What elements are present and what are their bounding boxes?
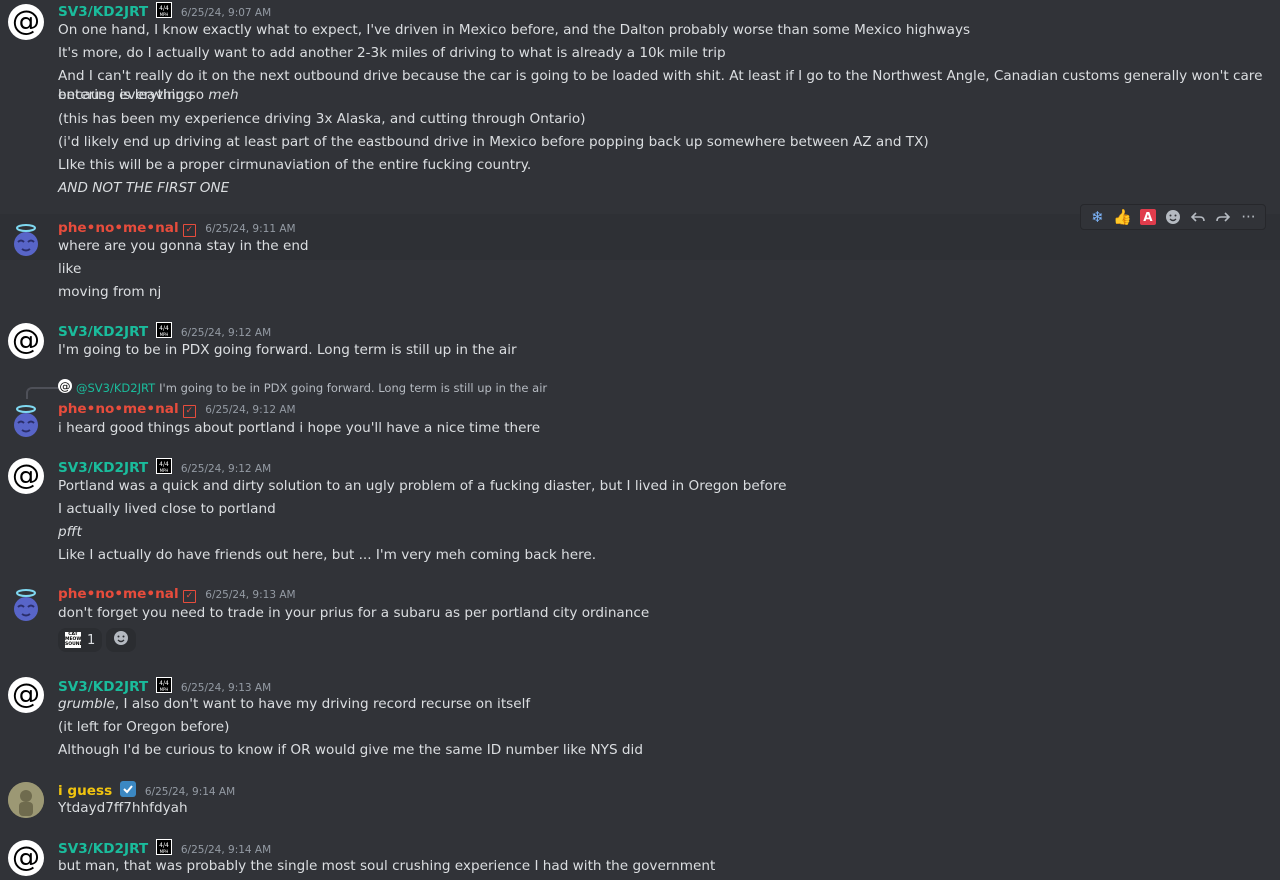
reply-preview-text[interactable]: I'm going to be in PDX going forward. Lo…	[159, 381, 547, 395]
avatar[interactable]: @	[8, 840, 44, 876]
author-name[interactable]: SV3/KD2JRT	[58, 679, 148, 695]
svg-text:@: @	[12, 840, 40, 873]
svg-text:4/4: 4/4	[159, 325, 169, 332]
author-name[interactable]: phe•no•me•nal	[58, 220, 179, 236]
speed-badge-icon: 4/4 MPH	[155, 458, 172, 479]
avatar[interactable]: @	[8, 4, 44, 40]
message-text: moving from nj	[58, 284, 162, 300]
svg-text:4/4: 4/4	[159, 842, 169, 849]
author-name[interactable]: SV3/KD2JRT	[58, 324, 148, 340]
message-text: Like I actually do have friends out here…	[58, 547, 597, 563]
svg-text:MPH: MPH	[159, 849, 168, 854]
speed-badge-icon: 4/4 MPH	[155, 2, 172, 23]
reply-author[interactable]: @SV3/KD2JRT	[76, 381, 155, 395]
message-text: don't forget you need to trade in your p…	[58, 605, 650, 621]
message-text: Portland was a quick and dirty solution …	[58, 478, 787, 494]
author-name[interactable]: phe•no•me•nal	[58, 401, 179, 417]
message-text: It's more, do I actually want to add ano…	[58, 45, 726, 61]
emphasis-text: grumble	[58, 696, 115, 712]
timestamp: 6/25/24, 9:12 AM	[180, 463, 272, 475]
reply-avatar-icon: @	[58, 379, 72, 396]
author-name[interactable]: SV3/KD2JRT	[58, 4, 148, 20]
message-text: (i'd likely end up driving at least part…	[58, 134, 929, 150]
svg-text:MPH: MPH	[159, 468, 168, 473]
message-text: where are you gonna stay in the end	[58, 238, 309, 254]
snowflake-icon[interactable]: ❄	[1087, 206, 1109, 228]
avatar[interactable]: @	[8, 677, 44, 713]
svg-text:4/4: 4/4	[159, 680, 169, 687]
checkbox-icon: ✓	[182, 405, 196, 418]
forward-icon[interactable]	[1212, 206, 1234, 228]
avatar[interactable]	[8, 782, 44, 818]
message-text: but man, that was probably the single mo…	[58, 858, 716, 874]
message-text: pfft	[58, 524, 82, 540]
emphasis-text: meh	[208, 87, 239, 103]
timestamp: 6/25/24, 9:14 AM	[180, 844, 272, 856]
svg-text:MPH: MPH	[159, 12, 168, 17]
timestamp: 6/25/24, 9:14 AM	[144, 786, 236, 798]
message-text: entering is leaving so meh	[58, 87, 239, 103]
reply-icon[interactable]	[1187, 206, 1209, 228]
author-name[interactable]: SV3/KD2JRT	[58, 460, 148, 476]
letter-a-icon[interactable]: A	[1137, 206, 1159, 228]
svg-text:4/4: 4/4	[159, 5, 169, 12]
reaction-cat-meow[interactable]: CAT MEOW SOUND 1	[58, 628, 103, 652]
reply-spine	[26, 387, 58, 399]
author-name[interactable]: phe•no•me•nal	[58, 586, 179, 602]
speed-badge-icon: 4/4 MPH	[155, 322, 172, 343]
message-text: I'm going to be in PDX going forward. Lo…	[58, 342, 517, 358]
reaction-count: 1	[87, 632, 96, 648]
message-text: (this has been my experience driving 3x …	[58, 111, 586, 127]
more-icon[interactable]: ···	[1237, 206, 1259, 228]
add-reaction-icon[interactable]	[1162, 206, 1184, 228]
svg-text:@: @	[12, 323, 40, 356]
timestamp: 6/25/24, 9:11 AM	[205, 223, 296, 235]
message-text: Although I'd be curious to know if OR wo…	[58, 742, 643, 758]
svg-text:MPH: MPH	[159, 687, 168, 692]
message-text: grumble, I also don't want to have my dr…	[58, 696, 531, 712]
reactions-bar: CAT MEOW SOUND 1	[58, 628, 137, 652]
timestamp: 6/25/24, 9:12 AM	[205, 404, 296, 416]
message-text: like	[58, 261, 82, 277]
message-actions-toolbar: ❄ 👍 A ···	[1080, 204, 1266, 230]
svg-text:@: @	[12, 677, 40, 710]
message-text: On one hand, I know exactly what to expe…	[58, 22, 971, 38]
avatar[interactable]: @	[8, 458, 44, 494]
add-reaction-button[interactable]	[106, 628, 137, 652]
svg-text:MPH: MPH	[159, 332, 168, 337]
message-text: Ytdayd7ff7hhfdyah	[58, 800, 188, 816]
author-name[interactable]: SV3/KD2JRT	[58, 841, 148, 857]
avatar[interactable]: @	[8, 323, 44, 359]
timestamp: 6/25/24, 9:13 AM	[180, 682, 272, 694]
add-reaction-icon	[113, 630, 129, 650]
thumbs-up-icon[interactable]: 👍	[1112, 206, 1134, 228]
checkbox-icon: ✓	[182, 590, 196, 603]
checkbox-icon: ✓	[182, 224, 196, 237]
author-name[interactable]: i guess	[58, 783, 112, 799]
timestamp: 6/25/24, 9:12 AM	[180, 327, 272, 339]
message-text: AND NOT THE FIRST ONE	[58, 180, 230, 196]
svg-text:@: @	[12, 4, 40, 37]
message-text: LIke this will be a proper cirmunaviatio…	[58, 157, 532, 173]
avatar[interactable]	[8, 222, 44, 258]
message-text: (it left for Oregon before)	[58, 719, 230, 735]
message-text: I actually lived close to portland	[58, 501, 276, 517]
timestamp: 6/25/24, 9:13 AM	[205, 589, 296, 601]
avatar[interactable]	[8, 587, 44, 623]
cat-meow-sound-emoji-icon: CAT MEOW SOUND	[65, 632, 81, 648]
message-text: i heard good things about portland i hop…	[58, 420, 541, 436]
avatar[interactable]	[8, 403, 44, 439]
timestamp: 6/25/24, 9:07 AM	[180, 7, 272, 19]
svg-text:@: @	[60, 380, 71, 393]
svg-text:4/4: 4/4	[159, 461, 169, 468]
svg-text:@: @	[12, 458, 40, 491]
